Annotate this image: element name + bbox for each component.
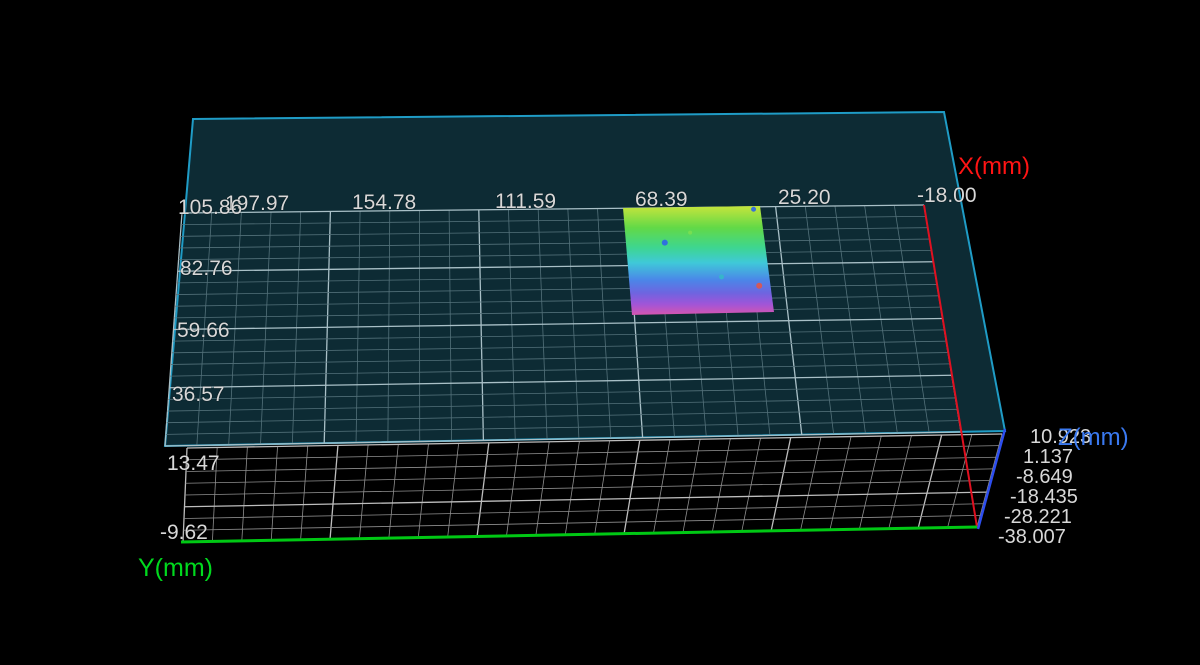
y-axis-tick-label: 13.47 [167, 452, 220, 475]
y-axis-title: Y(mm) [138, 554, 213, 582]
scan-defect-dot [719, 274, 725, 280]
y-axis-tick-label: 36.57 [172, 383, 225, 406]
x-axis-tick-label: 111.59 [495, 190, 557, 213]
x-axis-title: X(mm) [958, 153, 1030, 180]
scan-defect-dot [756, 282, 763, 289]
scan-defect-dot [751, 206, 757, 212]
y-axis-tick-label: 105.86 [178, 196, 243, 219]
x-axis-tick-label: 68.39 [635, 188, 688, 211]
y-axis-tick-label: -9.62 [160, 521, 208, 544]
z-axis-tick-label: -28.221 [1004, 506, 1072, 528]
bottom-face-grid [182, 433, 1003, 543]
bounding-box-top-face [163, 110, 1007, 448]
z-axis-line [976, 428, 1007, 530]
y-axis-tick-label: 59.66 [177, 319, 230, 342]
scan-3d-viewport[interactable]: 197.97 154.78 111.59 68.39 25.20 -18.00 105.86… [0, 0, 1200, 665]
y-axis-line [180, 525, 978, 544]
scan-defect-dot [661, 239, 668, 246]
z-axis-tick-label: -38.007 [998, 526, 1066, 548]
scan-surface-patch [623, 206, 774, 315]
y-axis-tick-label: 82.76 [180, 257, 233, 280]
x-axis-tick-label: 154.78 [352, 191, 417, 214]
z-axis-title: Z(mm) [1058, 424, 1129, 451]
x-axis-tick-label: -18.00 [917, 184, 977, 207]
x-axis-tick-label: 25.20 [778, 186, 831, 209]
z-axis-tick-label: -8.649 [1016, 466, 1073, 488]
z-axis-tick-label: -18.435 [1010, 486, 1078, 508]
scan-defect-dot [688, 230, 693, 235]
